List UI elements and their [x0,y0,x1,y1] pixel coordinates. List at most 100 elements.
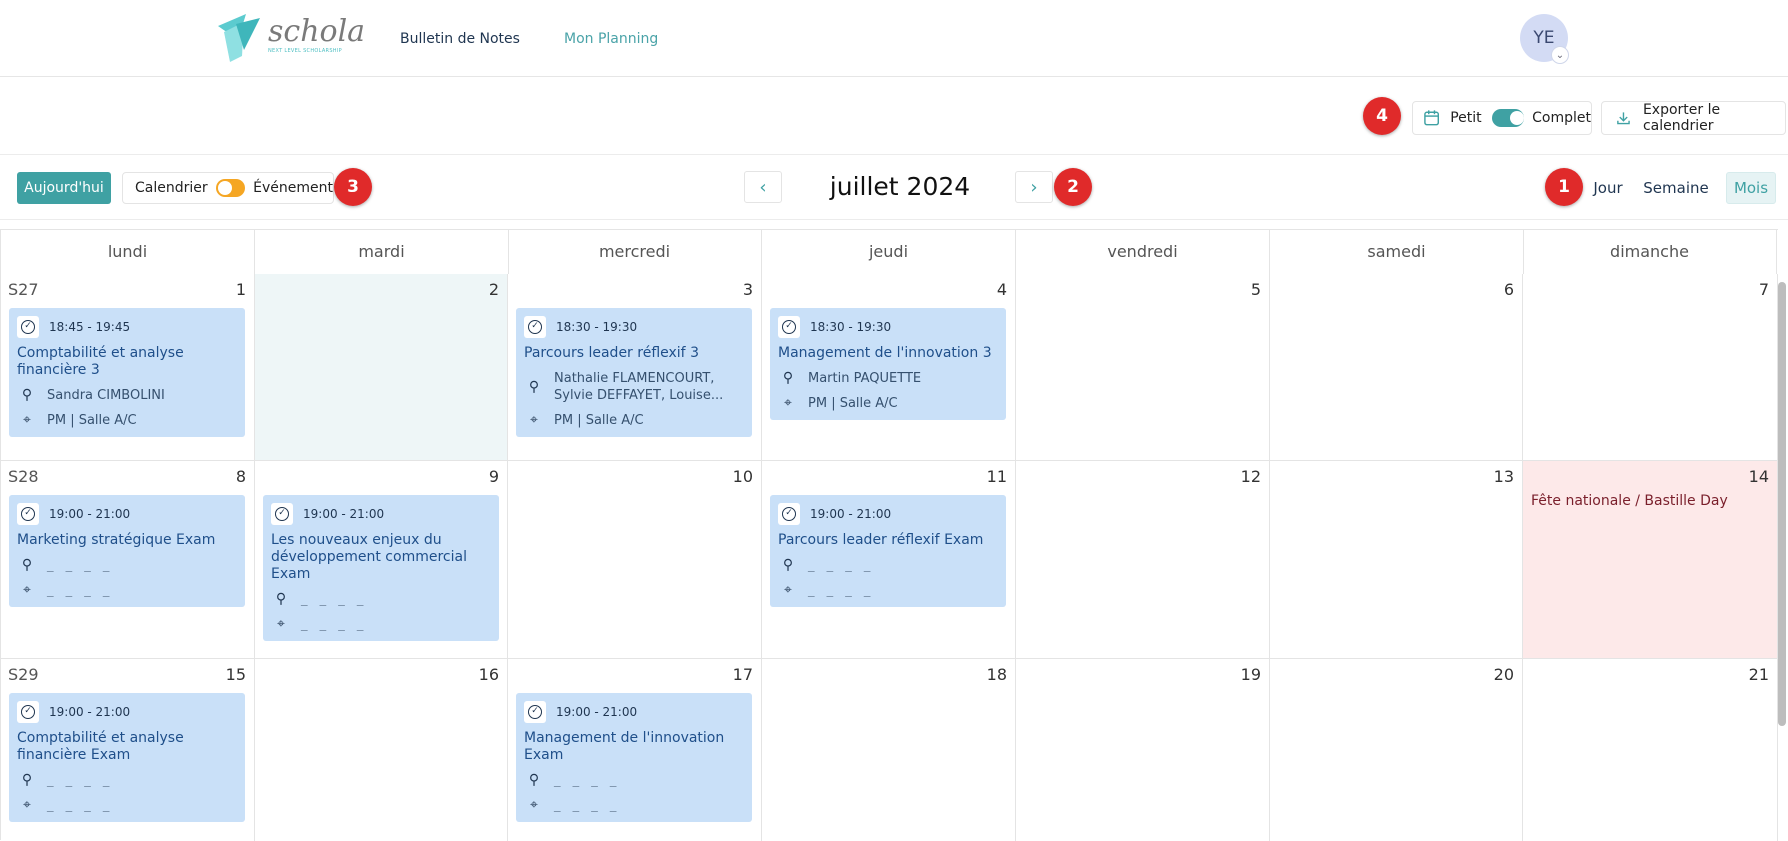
day-cell[interactable]: 4 ✓ 18:30 - 19:30 Management de l'innovat… [762,274,1016,461]
day-number: 3 [742,280,753,299]
holiday-label: Fête nationale / Bastille Day [1531,493,1728,509]
mode-toggle-switch[interactable] [215,179,246,197]
check-circle-icon: ✓ [17,701,39,723]
location-pin-icon: ⌖ [277,616,285,632]
switch-knob [1509,111,1524,125]
event-title: Management de l'innovation 3 [778,345,992,361]
month-title: juillet 2024 [829,172,971,201]
day-cell[interactable]: S29 15 ✓ 19:00 - 21:00 Comptabilité et an… [1,659,255,841]
avatar-initials: YE [1533,28,1555,48]
event-card[interactable]: ✓ 19:00 - 21:00 Management de l'innovatio… [516,693,752,822]
size-full-label: Complet [1532,110,1591,126]
vertical-scrollbar[interactable] [1778,282,1786,726]
event-card[interactable]: ✓ 19:00 - 21:00 Parcours leader réflexif … [770,495,1006,607]
day-cell[interactable]: 11 ✓ 19:00 - 21:00 Parcours leader réflex… [762,461,1016,659]
event-time: 19:00 - 21:00 [49,705,131,719]
day-number: 6 [1503,280,1514,299]
mode-calendar-label: Calendrier [135,180,208,196]
day-cell[interactable]: S27 1 ✓ 18:45 - 19:45 Comptabilité et ana… [1,274,255,461]
tutorial-badge-3: 3 [334,168,372,206]
event-title: Comptabilité et analyse financière Exam [17,730,184,763]
display-size-toggle-group: Petit Complet [1412,101,1592,135]
location-pin-icon: ⌖ [23,412,31,428]
switch-knob [217,181,232,195]
event-card[interactable]: ✓ 19:00 - 21:00 Marketing stratégique Exa… [9,495,245,607]
size-toggle-switch[interactable] [1491,109,1525,127]
day-number: 1 [235,280,246,299]
size-small-label: Petit [1450,110,1482,126]
day-cell[interactable]: 19 [1016,659,1270,841]
event-card[interactable]: ✓ 18:45 - 19:45 Comptabilité et analyse f… [9,308,245,437]
event-card[interactable]: ✓ 18:30 - 19:30 Management de l'innovatio… [770,308,1006,420]
day-number: 14 [1748,467,1769,486]
week-number: S28 [8,467,39,486]
weekday-header: mercredi [508,230,762,274]
weekday-header: samedi [1270,230,1524,274]
day-cell[interactable]: 18 [762,659,1016,841]
day-cell[interactable]: S28 8 ✓ 19:00 - 21:00 Marketing stratégiq… [1,461,255,659]
event-location: PM | Salle A/C [808,396,898,411]
view-day-button[interactable]: Jour [1584,172,1632,204]
person-icon: ⚲ [21,387,33,403]
day-cell[interactable]: 12 [1016,461,1270,659]
day-number: 20 [1493,665,1514,684]
schola-logo[interactable]: schola NEXT LEVEL SCHOLARSHIP [216,10,365,62]
event-card[interactable]: ✓ 18:30 - 19:30 Parcours leader réflexif … [516,308,752,437]
view-week-button[interactable]: Semaine [1638,172,1714,204]
event-location-placeholder: _ _ _ _ [301,617,368,632]
event-title: Parcours leader réflexif Exam [778,532,984,548]
event-time: 19:00 - 21:00 [49,507,131,521]
day-cell[interactable]: 21 [1523,659,1778,841]
event-teacher-placeholder: _ _ _ _ [554,773,621,788]
calendar-icon [1424,110,1440,126]
check-circle-icon: ✓ [271,503,293,525]
day-cell[interactable]: 7 [1523,274,1778,461]
day-cell[interactable]: 9 ✓ 19:00 - 21:00 Les nouveaux enjeux du … [255,461,508,659]
day-cell[interactable]: 20 [1270,659,1523,841]
tutorial-badge-4: 4 [1363,97,1401,135]
tutorial-badge-2: 2 [1054,168,1092,206]
weekday-header: vendredi [1016,230,1270,274]
day-cell-holiday[interactable]: 14 Fête nationale / Bastille Day [1523,461,1778,659]
event-card[interactable]: ✓ 19:00 - 21:00 Comptabilité et analyse f… [9,693,245,822]
event-location-placeholder: _ _ _ _ [554,798,621,813]
logo-tagline: NEXT LEVEL SCHOLARSHIP [268,48,342,54]
event-time: 18:30 - 19:30 [810,320,892,334]
event-teacher: Martin PAQUETTE [808,371,922,386]
event-title: Comptabilité et analyse financière 3 [17,345,184,378]
day-cell-today[interactable]: 2 [255,274,508,461]
event-card[interactable]: ✓ 19:00 - 21:00 Les nouveaux enjeux du dé… [263,495,499,641]
day-cell[interactable]: 13 [1270,461,1523,659]
tutorial-badge-1: 1 [1545,168,1583,206]
event-teacher-placeholder: _ _ _ _ [301,592,368,607]
day-cell[interactable]: 17 ✓ 19:00 - 21:00 Management de l'innova… [508,659,762,841]
export-calendar-button[interactable]: Exporter le calendrier [1601,101,1786,135]
day-cell[interactable]: 16 [255,659,508,841]
check-circle-icon: ✓ [524,701,546,723]
nav-mon-planning[interactable]: Mon Planning [564,31,658,47]
chevron-down-icon[interactable]: ⌄ [1551,46,1569,64]
check-circle-icon: ✓ [17,316,39,338]
event-title: Management de l'innovation Exam [524,730,725,763]
day-cell[interactable]: 3 ✓ 18:30 - 19:30 Parcours leader réflexi… [508,274,762,461]
check-circle-icon: ✓ [17,503,39,525]
day-number: 15 [225,665,246,684]
day-cell[interactable]: 5 [1016,274,1270,461]
event-location: PM | Salle A/C [554,413,644,428]
location-pin-icon: ⌖ [784,395,792,411]
check-circle-icon: ✓ [524,316,546,338]
event-location-placeholder: _ _ _ _ [808,583,875,598]
nav-bulletin-de-notes[interactable]: Bulletin de Notes [400,31,520,47]
day-number: 12 [1240,467,1261,486]
week-number: S27 [8,280,39,299]
next-month-button[interactable]: › [1015,171,1053,203]
event-time: 18:45 - 19:45 [49,320,131,334]
event-location-placeholder: _ _ _ _ [47,583,114,598]
view-month-button[interactable]: Mois [1726,172,1776,204]
mode-toggle-group: Calendrier Événement [122,172,334,204]
day-cell[interactable]: 10 [508,461,762,659]
today-button[interactable]: Aujourd'hui [17,172,111,204]
day-number: 13 [1493,467,1514,486]
person-icon: ⚲ [21,772,33,788]
day-cell[interactable]: 6 [1270,274,1523,461]
